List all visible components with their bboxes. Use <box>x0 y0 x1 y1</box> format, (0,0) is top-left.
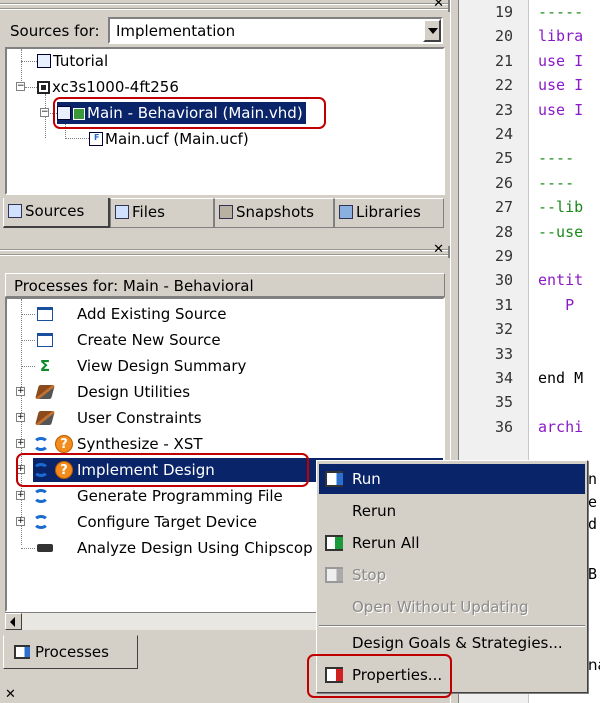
libraries-icon <box>339 205 353 219</box>
run-all-icon <box>325 535 343 551</box>
form-icon <box>37 307 53 321</box>
editor-fragment: B <box>588 565 598 583</box>
tools-icon <box>35 411 55 425</box>
line-number: 23 <box>494 100 513 119</box>
process-view-design-summary[interactable]: Σ View Design Summary <box>7 354 257 378</box>
code-line[interactable]: use I <box>538 76 583 94</box>
processes-pane-titlebar[interactable]: ✕ <box>0 243 450 258</box>
close-icon[interactable]: ✕ <box>5 687 16 702</box>
collapse-icon[interactable]: − <box>16 82 25 91</box>
line-number: 31 <box>494 295 513 314</box>
sources-for-value: Implementation <box>116 22 236 40</box>
line-number: 26 <box>494 173 513 192</box>
tree-item-device[interactable]: xc3s1000-4ft256 <box>37 76 179 98</box>
line-number: 30 <box>494 271 513 290</box>
sources-icon <box>8 204 22 218</box>
tab-libraries[interactable]: Libraries <box>334 198 444 228</box>
expand-icon[interactable]: + <box>16 387 25 396</box>
process-user-constraints[interactable]: + User Constraints <box>7 406 217 430</box>
code-line[interactable]: ---- <box>538 149 574 167</box>
sigma-icon: Σ <box>39 357 51 375</box>
scroll-left-icon[interactable] <box>5 613 22 630</box>
line-number: 19 <box>494 3 513 21</box>
process-configure-target-device[interactable]: + Configure Target Device <box>7 510 307 534</box>
process-icon <box>33 515 49 529</box>
sources-pane-titlebar[interactable]: ✕ <box>0 0 450 12</box>
tab-files[interactable]: Files <box>110 198 214 228</box>
highlight-box <box>307 654 452 698</box>
files-icon <box>115 205 129 219</box>
code-line[interactable]: libra <box>538 27 583 45</box>
line-number: 27 <box>494 198 513 217</box>
ucf-file-icon <box>89 132 103 146</box>
processes-header: Processes for: Main - Behavioral <box>5 273 445 297</box>
collapse-icon[interactable]: − <box>40 108 49 117</box>
process-generate-programming-file[interactable]: + Generate Programming File <box>7 484 307 508</box>
close-icon[interactable]: ✕ <box>433 243 444 257</box>
tree-item-main-ucf[interactable]: Main.ucf (Main.ucf) <box>89 128 249 150</box>
menu-item-run[interactable]: Run <box>319 464 585 494</box>
process-icon <box>33 489 49 503</box>
chip-icon <box>37 81 50 94</box>
code-line[interactable]: P <box>538 296 574 314</box>
code-line[interactable]: --lib <box>538 198 583 216</box>
line-number: 24 <box>494 125 513 143</box>
line-number: 20 <box>494 27 513 46</box>
menu-item-open-without-updating[interactable]: Open Without Updating <box>319 592 585 622</box>
line-number: 33 <box>494 344 513 363</box>
line-number: 32 <box>494 320 513 339</box>
code-line[interactable]: use I <box>538 52 583 70</box>
line-number: 22 <box>494 76 513 95</box>
code-line[interactable]: use I <box>538 101 583 119</box>
expand-icon[interactable]: + <box>16 517 25 526</box>
close-icon[interactable]: ✕ <box>433 0 444 11</box>
process-icon <box>33 437 49 451</box>
highlight-box <box>53 97 326 129</box>
tools-icon <box>35 385 55 399</box>
tree-item-tutorial[interactable]: Tutorial <box>37 50 108 72</box>
tab-sources[interactable]: Sources <box>3 198 110 228</box>
code-line[interactable]: end M <box>538 369 583 387</box>
question-icon: ? <box>55 435 73 453</box>
process-add-existing-source[interactable]: Add Existing Source <box>7 302 237 326</box>
tab-snapshots[interactable]: Snapshots <box>214 198 334 228</box>
expand-icon[interactable]: + <box>16 413 25 422</box>
code-line[interactable]: ---- <box>538 174 574 192</box>
menu-item-rerun[interactable]: Rerun <box>319 496 585 526</box>
chipscope-icon <box>37 544 53 552</box>
menu-item-rerun-all[interactable]: Rerun All <box>319 528 585 558</box>
menu-separator <box>319 625 585 627</box>
line-number: 36 <box>494 417 513 436</box>
code-line[interactable]: --use <box>538 223 583 241</box>
code-line[interactable]: ----- <box>538 3 583 21</box>
line-number: 28 <box>494 222 513 241</box>
menu-item-stop[interactable]: Stop <box>319 560 585 590</box>
line-number: 29 <box>494 247 513 265</box>
form-icon <box>37 333 53 347</box>
run-icon <box>325 471 343 487</box>
line-number: 34 <box>494 369 513 387</box>
tab-processes[interactable]: Processes <box>3 635 138 669</box>
editor-fragment: d <box>588 515 598 533</box>
line-number: 21 <box>494 51 513 70</box>
code-line[interactable]: archi <box>538 418 583 436</box>
highlight-box <box>16 453 309 487</box>
process-design-utilities[interactable]: + Design Utilities <box>7 380 207 404</box>
stop-icon <box>325 567 343 583</box>
sources-for-label: Sources for: <box>10 22 100 40</box>
editor-fragment: n <box>588 470 598 488</box>
processes-icon <box>14 645 30 659</box>
expand-icon[interactable]: + <box>16 491 25 500</box>
process-create-new-source[interactable]: Create New Source <box>7 328 237 352</box>
document-icon <box>37 54 51 68</box>
chevron-down-icon[interactable] <box>423 19 441 42</box>
camera-icon <box>219 205 233 219</box>
code-line[interactable]: entit <box>538 271 583 289</box>
line-number: 35 <box>494 393 513 412</box>
expand-icon[interactable]: + <box>16 439 25 448</box>
editor-fragment: na <box>588 656 600 674</box>
line-number: 25 <box>494 149 513 168</box>
sources-for-dropdown[interactable]: Implementation <box>108 17 443 44</box>
editor-fragment: e <box>588 493 598 511</box>
